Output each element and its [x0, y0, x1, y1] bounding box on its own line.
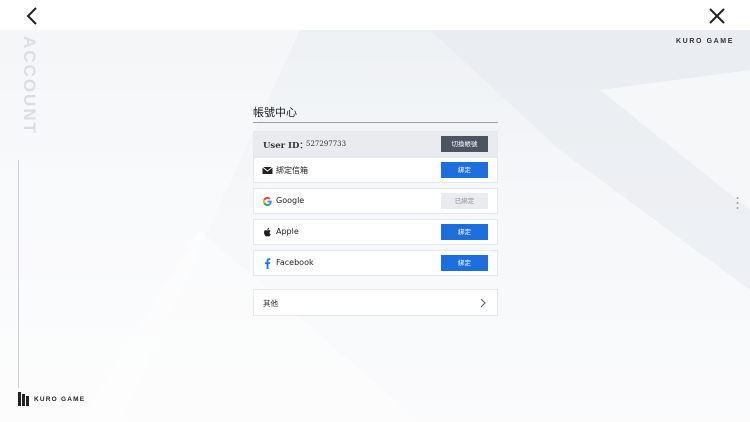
- bind-apple-button[interactable]: 綁定: [441, 224, 488, 240]
- user-id-label: User ID：: [263, 141, 308, 151]
- bind-email-row: 綁定信箱 綁定: [253, 157, 498, 183]
- bind-google-label: Google: [276, 196, 305, 205]
- bind-facebook-row: Facebook 綁定: [253, 250, 498, 276]
- bind-google-row: Google 已綁定: [253, 188, 498, 214]
- user-id-value: 527297733: [306, 140, 347, 148]
- chevron-right-icon: [480, 298, 486, 308]
- side-divider: [18, 160, 19, 388]
- side-watermark: ACCOUNT: [18, 36, 42, 156]
- bind-email-button[interactable]: 綁定: [441, 162, 488, 178]
- bind-email-label: 綁定信箱: [276, 166, 308, 175]
- kuro-logo-icon: [18, 392, 29, 406]
- brand-logo-bottom: KURO GAME: [18, 392, 85, 406]
- bind-facebook-button[interactable]: 綁定: [441, 255, 488, 271]
- more-options-row[interactable]: 其他: [253, 289, 498, 316]
- more-options-label: 其他: [263, 299, 278, 308]
- close-button[interactable]: [706, 5, 728, 27]
- brand-logo-bottom-text: KURO GAME: [34, 395, 86, 403]
- switch-account-button[interactable]: 切換帳號: [441, 136, 488, 152]
- close-icon: [709, 8, 725, 24]
- google-icon: [263, 197, 272, 206]
- top-bar: [0, 0, 750, 30]
- facebook-icon: [265, 258, 271, 269]
- back-button[interactable]: [22, 5, 44, 27]
- brand-logo-top: KURO GAME: [676, 38, 734, 45]
- more-dots-icon: [736, 197, 739, 209]
- google-bound-button[interactable]: 已綁定: [441, 193, 488, 209]
- bind-apple-row: Apple 綁定: [253, 219, 498, 245]
- apple-icon: [264, 227, 271, 237]
- page-title: 帳號中心: [253, 106, 297, 119]
- user-id-row: User ID： 527297733 切換帳號: [253, 131, 498, 157]
- bind-apple-label: Apple: [276, 227, 299, 236]
- bind-facebook-label: Facebook: [276, 258, 314, 267]
- chevron-left-icon: [26, 7, 37, 25]
- mail-icon: [262, 166, 273, 174]
- side-watermark-text: ACCOUNT: [20, 36, 39, 135]
- title-underline: [253, 122, 498, 123]
